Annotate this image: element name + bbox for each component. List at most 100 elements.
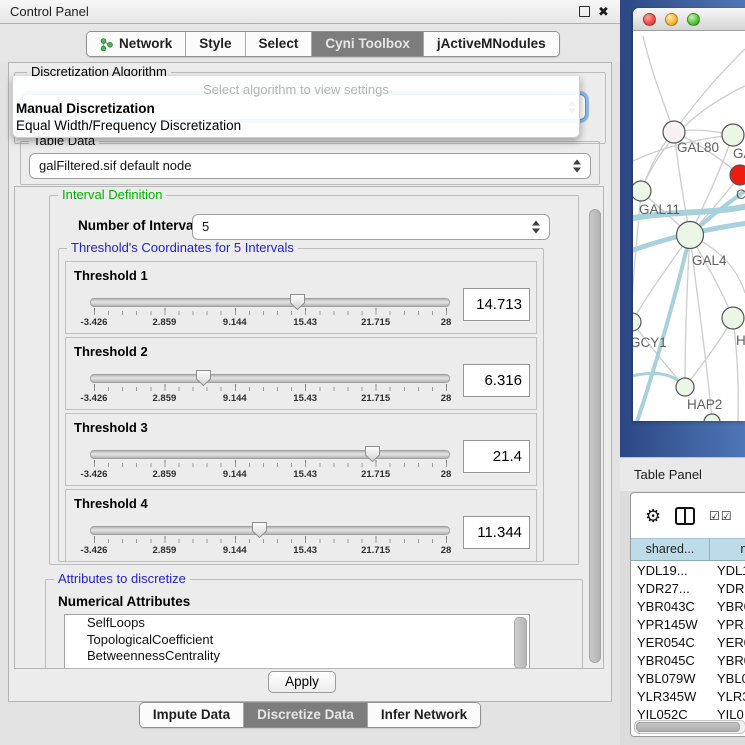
slider-thumb[interactable] [251, 521, 268, 539]
control-panel-titlebar: Control Panel ✖ [0, 0, 620, 24]
threshold-panel-2: Threshold 2 -3.426 2.859 9.144 [65, 337, 537, 410]
table-row[interactable]: YDL19...YDL1 [631, 562, 745, 580]
number-of-intervals-spinner[interactable]: 5 [192, 214, 550, 240]
algorithm-dropdown-popup: Select algorithm to view settings Manual… [12, 76, 580, 138]
tab-select[interactable]: Select [245, 32, 312, 56]
tab-impute-data[interactable]: Impute Data [140, 703, 243, 727]
slider-thumb[interactable] [289, 293, 306, 311]
threshold-slider[interactable]: -3.426 2.859 9.144 15.43 21.715 28 [94, 522, 446, 560]
slider-thumb[interactable] [364, 445, 381, 463]
table-row[interactable]: YLR345WYLR3 [631, 688, 745, 706]
tab-infer-network[interactable]: Infer Network [367, 703, 480, 727]
threshold-panel-3: Threshold 3 -3.426 2.859 9.144 [65, 413, 537, 486]
table-row[interactable]: YBL079WYBL0 [631, 670, 745, 688]
table-row[interactable]: YIL052CYIL0 [631, 706, 745, 719]
network-icon [100, 38, 113, 51]
table-row[interactable]: YER054CYER0 [631, 634, 745, 652]
node-label-gal4: GAL4 [692, 253, 727, 268]
float-window-icon[interactable] [579, 6, 590, 17]
list-item[interactable]: BetweennessCentrality [65, 648, 529, 665]
list-scrollbar[interactable] [514, 617, 527, 669]
tab-discretize-data[interactable]: Discretize Data [243, 703, 367, 727]
panel-title: Control Panel [10, 0, 89, 23]
apply-button[interactable]: Apply [268, 671, 336, 693]
threshold-value-field[interactable]: 11.344 [463, 516, 530, 549]
gear-icon[interactable]: ⚙ [645, 507, 661, 525]
tab-jactivemnodules[interactable]: jActiveMNodules [423, 32, 559, 56]
spinner-arrows-icon [532, 221, 540, 234]
zoom-traffic-light[interactable] [687, 13, 700, 26]
number-of-intervals-label: Number of Intervals [78, 218, 205, 233]
close-traffic-light[interactable] [643, 13, 656, 26]
slider-minor-ticks [94, 311, 447, 315]
slider-scale-labels: -3.426 2.859 9.144 15.43 21.715 28 [94, 469, 446, 481]
threshold-label: Threshold 1 [74, 268, 148, 283]
list-item[interactable]: TopologicalCoefficient [65, 632, 529, 649]
column-header-shared-name[interactable]: shared... [631, 538, 710, 561]
table-panel-window: ⚙ ☑☑ shared... n... YDL19...YDL1 YDR27..… [630, 492, 745, 737]
table-header-row: shared... n... [631, 538, 745, 561]
threshold-slider[interactable]: -3.426 2.859 9.144 15.43 21.715 28 [94, 294, 446, 332]
interval-definition-group: Interval Definition Number of Intervals … [49, 195, 579, 565]
threshold-label: Threshold 4 [74, 496, 148, 511]
numerical-attributes-list[interactable]: SelfLoops TopologicalCoefficient Between… [64, 614, 530, 669]
threshold-label: Threshold 2 [74, 344, 148, 359]
column-header-name[interactable]: n... [710, 538, 745, 561]
node-label-clipped: C [736, 187, 745, 202]
table-data-combobox[interactable]: galFiltered.sif default node [29, 153, 591, 179]
threshold-value-field[interactable]: 14.713 [463, 288, 530, 321]
list-item[interactable]: SelfLoops [65, 615, 529, 632]
network-window-titlebar[interactable] [633, 8, 745, 31]
table-horizontal-scrollbar[interactable] [634, 720, 745, 734]
threshold-panel-4: Threshold 4 -3.426 2.859 9.144 [65, 489, 537, 562]
table-row[interactable]: YBR043CYBR0 [631, 598, 745, 616]
slider-minor-ticks [94, 539, 447, 543]
table-body: YDL19...YDL1 YDR27...YDR2 YBR043CYBR0 YP… [631, 562, 745, 719]
table-row[interactable]: YPR145WYPR1 [631, 616, 745, 634]
slider-minor-ticks [94, 463, 447, 467]
tab-cyni-toolbox[interactable]: Cyni Toolbox [311, 32, 423, 56]
tab-style[interactable]: Style [185, 32, 244, 56]
threshold-label: Threshold 3 [74, 420, 148, 435]
network-canvas[interactable]: GAL80 GA C GAL11 GAL4 GCY1 H HAP2 [633, 31, 745, 421]
minimize-traffic-light[interactable] [665, 13, 678, 26]
table-data-group: Table Data galFiltered.sif default node [20, 141, 600, 185]
control-panel-tabbar: Network Style Select Cyni Toolbox jActiv… [0, 24, 620, 62]
threshold-slider[interactable]: -3.426 2.859 9.144 15.43 21.715 28 [94, 446, 446, 484]
threshold-slider[interactable]: -3.426 2.859 9.144 15.43 21.715 28 [94, 370, 446, 408]
node-label-clipped: H [736, 333, 745, 348]
slider-minor-ticks [94, 387, 447, 391]
slider-scale-labels: -3.426 2.859 9.144 15.43 21.715 28 [94, 545, 446, 557]
table-panel-title: Table Panel [634, 458, 702, 492]
select-columns-icon[interactable]: ☑☑ [709, 509, 733, 523]
popup-option-equal-width[interactable]: Equal Width/Frequency Discretization [16, 118, 241, 133]
tab-group: Network Style Select Cyni Toolbox jActiv… [86, 31, 560, 57]
popup-option-manual[interactable]: Manual Discretization [16, 101, 155, 116]
tab-network[interactable]: Network [87, 32, 185, 56]
table-toolbar: ⚙ ☑☑ [631, 493, 745, 538]
node-label-hap2: HAP2 [687, 397, 722, 412]
close-icon[interactable]: ✖ [598, 0, 609, 23]
intervals-value: 5 [202, 215, 209, 239]
bottom-tab-group: Impute Data Discretize Data Infer Networ… [139, 702, 481, 728]
node-label-gal80: GAL80 [677, 140, 719, 155]
scrollbar-thumb[interactable] [589, 209, 601, 663]
table-row[interactable]: YBR045CYBR0 [631, 652, 745, 670]
slider-track[interactable] [90, 450, 450, 459]
threshold-value-field[interactable]: 6.316 [463, 364, 530, 397]
settings-scrollbar[interactable] [588, 209, 600, 664]
threshold-value-field[interactable]: 21.4 [463, 440, 530, 473]
slider-track[interactable] [90, 298, 450, 307]
table-row[interactable]: YDR27...YDR2 [631, 580, 745, 598]
interval-definition-title: Interval Definition [58, 188, 166, 202]
table-data-value: galFiltered.sif default node [39, 154, 191, 178]
table-panel-titlebar: Table Panel [620, 457, 745, 492]
column-split-icon[interactable] [675, 507, 695, 525]
node-label-gal11: GAL11 [639, 202, 680, 217]
slider-track[interactable] [90, 374, 450, 383]
bottom-tabbar: Impute Data Discretize Data Infer Networ… [0, 702, 620, 728]
scrollbar-thumb[interactable] [636, 722, 740, 732]
slider-track[interactable] [90, 526, 450, 535]
slider-thumb[interactable] [195, 369, 212, 387]
threshold-list: Threshold 1 -3.426 2.859 9.144 [65, 261, 537, 565]
